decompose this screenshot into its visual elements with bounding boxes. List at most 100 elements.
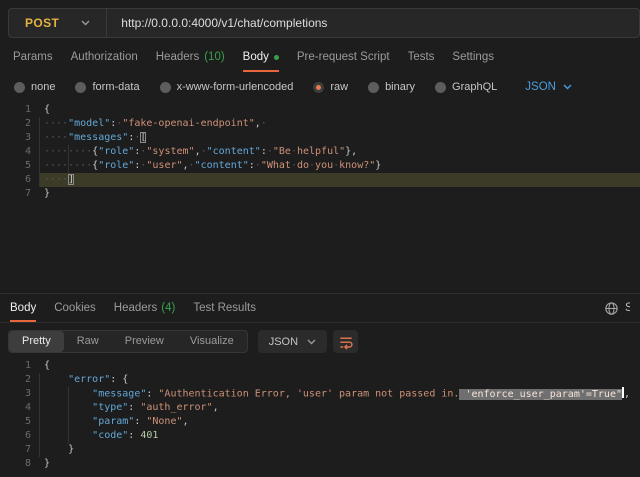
- code-token: "Authentication Error, 'user' param not …: [158, 389, 459, 400]
- response-tabs-bar: Body Cookies Headers(4) Test Results S: [0, 294, 640, 323]
- line-number: 8: [0, 457, 31, 471]
- response-tab-label: Test Results: [193, 302, 256, 314]
- code-token: :: [146, 389, 158, 400]
- tab-pre-request-script[interactable]: Pre-request Script: [297, 48, 390, 72]
- code-token: }: [44, 444, 74, 455]
- tab-tests[interactable]: Tests: [408, 48, 435, 72]
- code-token: "type": [92, 402, 128, 413]
- response-tab-label: Cookies: [54, 302, 96, 314]
- view-raw[interactable]: Raw: [64, 331, 112, 352]
- bodytype-label: binary: [385, 81, 415, 93]
- code-token: "error": [68, 374, 110, 385]
- view-visualize[interactable]: Visualize: [177, 331, 247, 352]
- line-number: 1: [0, 103, 31, 117]
- code-token: }: [44, 458, 50, 469]
- tab-headers[interactable]: Headers(10): [156, 48, 225, 72]
- code-token: "content": [207, 146, 261, 157]
- code-line: 6····]: [0, 173, 640, 187]
- radio-icon: [75, 82, 86, 93]
- tab-settings[interactable]: Settings: [452, 48, 494, 72]
- url-input[interactable]: http://0.0.0.0:4000/v1/chat/completions: [107, 16, 639, 30]
- code-line: 4········{"role":·"system",·"content":·"…: [0, 145, 640, 159]
- bodytype-none[interactable]: none: [14, 81, 55, 93]
- response-tab-test-results[interactable]: Test Results: [193, 294, 256, 322]
- bodytype-x-www-form-urlencoded[interactable]: x-www-form-urlencoded: [160, 81, 294, 93]
- response-tab-headers[interactable]: Headers(4): [114, 294, 176, 322]
- view-pretty[interactable]: Pretty: [9, 331, 64, 352]
- code-token: "Be: [273, 146, 291, 157]
- tab-count-badge: (4): [161, 302, 175, 314]
- line-number: 5: [0, 415, 31, 429]
- line-number: 3: [0, 131, 31, 145]
- response-tab-cookies[interactable]: Cookies: [54, 294, 96, 322]
- code-token: "role": [98, 146, 134, 157]
- code-token: do: [297, 160, 309, 171]
- postman-app: POST http://0.0.0.0:4000/v1/chat/complet…: [0, 0, 640, 477]
- radio-icon: [368, 82, 379, 93]
- code-token: 'enforce_user_param'=True": [459, 389, 622, 400]
- code-line: 8}: [0, 457, 640, 471]
- bodytype-raw[interactable]: raw: [313, 81, 348, 93]
- code-token: helpful": [297, 146, 345, 157]
- method-label: POST: [25, 16, 59, 30]
- code-token: "content": [195, 160, 249, 171]
- radio-icon: [14, 82, 25, 93]
- response-body-editor[interactable]: 1{2 "error": {3 "message": "Authenticati…: [0, 359, 640, 471]
- request-url-bar: POST http://0.0.0.0:4000/v1/chat/complet…: [8, 8, 640, 38]
- bodytype-form-data[interactable]: form-data: [75, 81, 139, 93]
- request-body-editor[interactable]: 1{2····"model":·"fake-openai-endpoint",·…: [0, 103, 640, 201]
- code-line: 7 }: [0, 443, 640, 457]
- code-token: ]: [68, 174, 74, 185]
- response-tab-body[interactable]: Body: [10, 294, 36, 322]
- code-line: 4 "type": "auth_error",: [0, 401, 640, 415]
- code-token: "model": [68, 118, 110, 129]
- code-line: 7}: [0, 187, 640, 201]
- tab-params[interactable]: Params: [13, 48, 53, 72]
- tab-authorization[interactable]: Authorization: [71, 48, 138, 72]
- code-token: "messages": [68, 132, 128, 143]
- line-number: 6: [0, 173, 31, 187]
- code-line: 3····"messages":·[: [0, 131, 640, 145]
- response-view-switcher: PrettyRawPreviewVisualize: [8, 330, 248, 353]
- code-line: 3 "message": "Authentication Error, 'use…: [0, 387, 640, 401]
- bodytype-binary[interactable]: binary: [368, 81, 415, 93]
- indent-guide: [68, 145, 69, 173]
- wrap-text-button[interactable]: [333, 330, 358, 353]
- chevron-down-icon: [81, 20, 90, 26]
- code-token: know?": [339, 160, 375, 171]
- tab-body[interactable]: Body: [243, 48, 279, 72]
- code-token: {: [44, 360, 50, 371]
- code-line: 2 "error": {: [0, 373, 640, 387]
- unsaved-dot: [274, 55, 279, 60]
- tab-label: Headers: [156, 51, 199, 63]
- response-meta: S: [604, 294, 630, 322]
- tab-label: Pre-request Script: [297, 51, 390, 63]
- line-number: 2: [0, 117, 31, 131]
- bodytype-label: GraphQL: [452, 81, 497, 93]
- view-preview[interactable]: Preview: [112, 331, 177, 352]
- bodytype-graphql[interactable]: GraphQL: [435, 81, 497, 93]
- tab-label: Params: [13, 51, 53, 63]
- raw-language-label: JSON: [525, 81, 556, 93]
- code-token: :: [134, 416, 146, 427]
- response-language-dropdown[interactable]: JSON: [258, 330, 327, 353]
- code-token: you: [315, 160, 333, 171]
- code-token: [: [140, 132, 146, 143]
- code-line: 1{: [0, 103, 640, 117]
- code-token: ····: [44, 118, 68, 129]
- method-selector[interactable]: POST: [9, 9, 106, 37]
- code-line: 5········{"role":·"user",·"content":·"Wh…: [0, 159, 640, 173]
- globe-icon[interactable]: [604, 301, 619, 316]
- raw-language-dropdown[interactable]: JSON: [525, 81, 572, 93]
- code-token: "What: [261, 160, 291, 171]
- response-tabs: Body Cookies Headers(4) Test Results: [10, 294, 256, 322]
- response-tab-label: Body: [10, 302, 36, 314]
- code-token: "fake-openai-endpoint": [122, 118, 254, 129]
- line-number: 7: [0, 187, 31, 201]
- line-number: 4: [0, 401, 31, 415]
- bodytype-label: form-data: [92, 81, 139, 93]
- chevron-down-icon: [307, 339, 316, 345]
- radio-icon: [313, 82, 324, 93]
- code-token: :: [128, 402, 140, 413]
- code-line: 1{: [0, 359, 640, 373]
